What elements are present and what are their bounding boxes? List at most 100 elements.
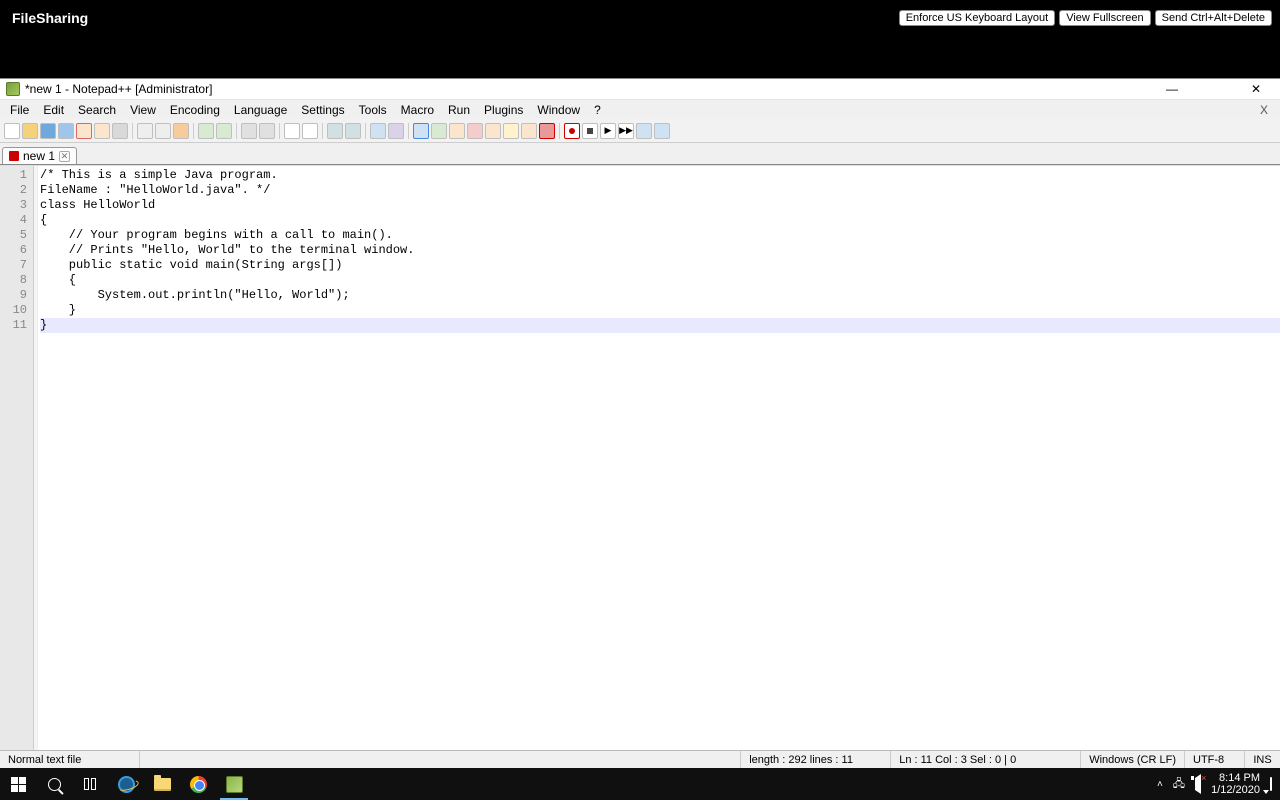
close-button[interactable]: ✕ [1242, 80, 1270, 98]
code-line[interactable]: // Your program begins with a call to ma… [40, 228, 1280, 243]
menu-help[interactable]: ? [588, 102, 607, 118]
cut-icon[interactable] [137, 123, 153, 139]
menu-file[interactable]: File [4, 102, 35, 118]
vnc-button-group: Enforce US Keyboard Layout View Fullscre… [899, 10, 1272, 26]
taskbar-chrome-icon[interactable] [180, 768, 216, 800]
tabbar: new 1 ✕ [0, 143, 1280, 165]
tray-volume-icon[interactable] [1195, 778, 1201, 790]
user-lang-icon[interactable] [431, 123, 447, 139]
copy-icon[interactable] [155, 123, 171, 139]
new-file-icon[interactable] [4, 123, 20, 139]
vnc-header: FileSharing Enforce US Keyboard Layout V… [0, 0, 1280, 78]
play-multi-icon[interactable]: ▶▶ [618, 123, 634, 139]
close-document-x[interactable]: X [1260, 103, 1276, 117]
code-line[interactable]: class HelloWorld [40, 198, 1280, 213]
status-eol: Windows (CR LF) [1081, 751, 1185, 768]
open-file-icon[interactable] [22, 123, 38, 139]
toolbar-separator [193, 123, 194, 139]
redo-icon[interactable] [216, 123, 232, 139]
tray-overflow-icon[interactable]: ˄ [1157, 779, 1163, 790]
line-number-gutter: 1234567891011 [0, 166, 34, 750]
replace-icon[interactable] [259, 123, 275, 139]
vnc-view-fullscreen-button[interactable]: View Fullscreen [1059, 10, 1150, 26]
tab-new1[interactable]: new 1 ✕ [2, 147, 77, 164]
menu-edit[interactable]: Edit [37, 102, 70, 118]
taskbar-ie-icon[interactable] [108, 768, 144, 800]
save-macro-icon[interactable] [636, 123, 652, 139]
toolbar-separator [279, 123, 280, 139]
play-record-icon[interactable]: ▶ [600, 123, 616, 139]
close-all-icon[interactable] [94, 123, 110, 139]
zoom-in-icon[interactable] [284, 123, 300, 139]
tab-close-icon[interactable]: ✕ [59, 151, 70, 162]
taskbar-notepadpp-icon[interactable] [216, 768, 252, 800]
search-button[interactable] [36, 768, 72, 800]
toolbar-separator [236, 123, 237, 139]
save-file-icon[interactable] [40, 123, 56, 139]
statusbar: Normal text file length : 292 lines : 11… [0, 750, 1280, 768]
menu-run[interactable]: Run [442, 102, 476, 118]
taskbar-explorer-icon[interactable] [144, 768, 180, 800]
print-icon[interactable] [112, 123, 128, 139]
zoom-out-icon[interactable] [302, 123, 318, 139]
menu-window[interactable]: Window [531, 102, 586, 118]
toolbar: ▶ ▶▶ [0, 119, 1280, 143]
sync-hscroll-icon[interactable] [345, 123, 361, 139]
code-line[interactable]: } [40, 303, 1280, 318]
menu-plugins[interactable]: Plugins [478, 102, 529, 118]
code-line[interactable]: { [40, 273, 1280, 288]
menu-view[interactable]: View [124, 102, 162, 118]
monitor-icon[interactable] [521, 123, 537, 139]
func-list-icon[interactable] [485, 123, 501, 139]
code-line[interactable]: FileName : "HelloWorld.java". */ [40, 183, 1280, 198]
start-button[interactable] [0, 768, 36, 800]
toolbar-separator [322, 123, 323, 139]
sync-vscroll-icon[interactable] [327, 123, 343, 139]
taskbar: ˄ 🖧 8:14 PM 1/12/2020 [0, 768, 1280, 800]
show-indent-guide-icon[interactable] [413, 123, 429, 139]
unsaved-indicator-icon [9, 151, 19, 161]
code-line[interactable]: public static void main(String args[]) [40, 258, 1280, 273]
code-line[interactable]: System.out.println("Hello, World"); [40, 288, 1280, 303]
toolbar-separator [408, 123, 409, 139]
toolbar-separator [132, 123, 133, 139]
stop-record-icon[interactable] [582, 123, 598, 139]
tray-clock[interactable]: 8:14 PM 1/12/2020 [1211, 772, 1260, 796]
status-length-lines: length : 292 lines : 11 [741, 751, 891, 768]
word-wrap-icon[interactable] [370, 123, 386, 139]
code-line[interactable]: { [40, 213, 1280, 228]
menu-language[interactable]: Language [228, 102, 293, 118]
show-all-chars-icon[interactable] [388, 123, 404, 139]
run-macro-multi-icon[interactable] [654, 123, 670, 139]
menu-tools[interactable]: Tools [353, 102, 393, 118]
start-record-icon[interactable] [564, 123, 580, 139]
status-caret: Ln : 11 Col : 3 Sel : 0 | 0 [891, 751, 1081, 768]
code-area[interactable]: /* This is a simple Java program.FileNam… [38, 166, 1280, 750]
task-view-button[interactable] [72, 768, 108, 800]
menu-macro[interactable]: Macro [395, 102, 440, 118]
folder-workspace-icon[interactable] [503, 123, 519, 139]
find-icon[interactable] [241, 123, 257, 139]
menu-search[interactable]: Search [72, 102, 122, 118]
tray-time: 8:14 PM [1211, 772, 1260, 784]
maximize-button[interactable] [1200, 80, 1228, 98]
action-center-icon[interactable] [1270, 778, 1272, 790]
doc-map-icon[interactable] [449, 123, 465, 139]
titlebar[interactable]: *new 1 - Notepad++ [Administrator] — ✕ [0, 79, 1280, 99]
tray-network-icon[interactable]: 🖧 [1173, 775, 1185, 794]
minimize-button[interactable]: — [1158, 80, 1186, 98]
paste-icon[interactable] [173, 123, 189, 139]
debug-icon[interactable] [539, 123, 555, 139]
menubar: File Edit Search View Encoding Language … [0, 99, 1280, 119]
menu-settings[interactable]: Settings [295, 102, 350, 118]
code-line[interactable]: } [40, 318, 1280, 333]
vnc-enforce-keyboard-button[interactable]: Enforce US Keyboard Layout [899, 10, 1055, 26]
vnc-send-cad-button[interactable]: Send Ctrl+Alt+Delete [1155, 10, 1272, 26]
save-all-icon[interactable] [58, 123, 74, 139]
doc-list-icon[interactable] [467, 123, 483, 139]
code-line[interactable]: // Prints "Hello, World" to the terminal… [40, 243, 1280, 258]
menu-encoding[interactable]: Encoding [164, 102, 226, 118]
undo-icon[interactable] [198, 123, 214, 139]
close-file-icon[interactable] [76, 123, 92, 139]
code-line[interactable]: /* This is a simple Java program. [40, 168, 1280, 183]
